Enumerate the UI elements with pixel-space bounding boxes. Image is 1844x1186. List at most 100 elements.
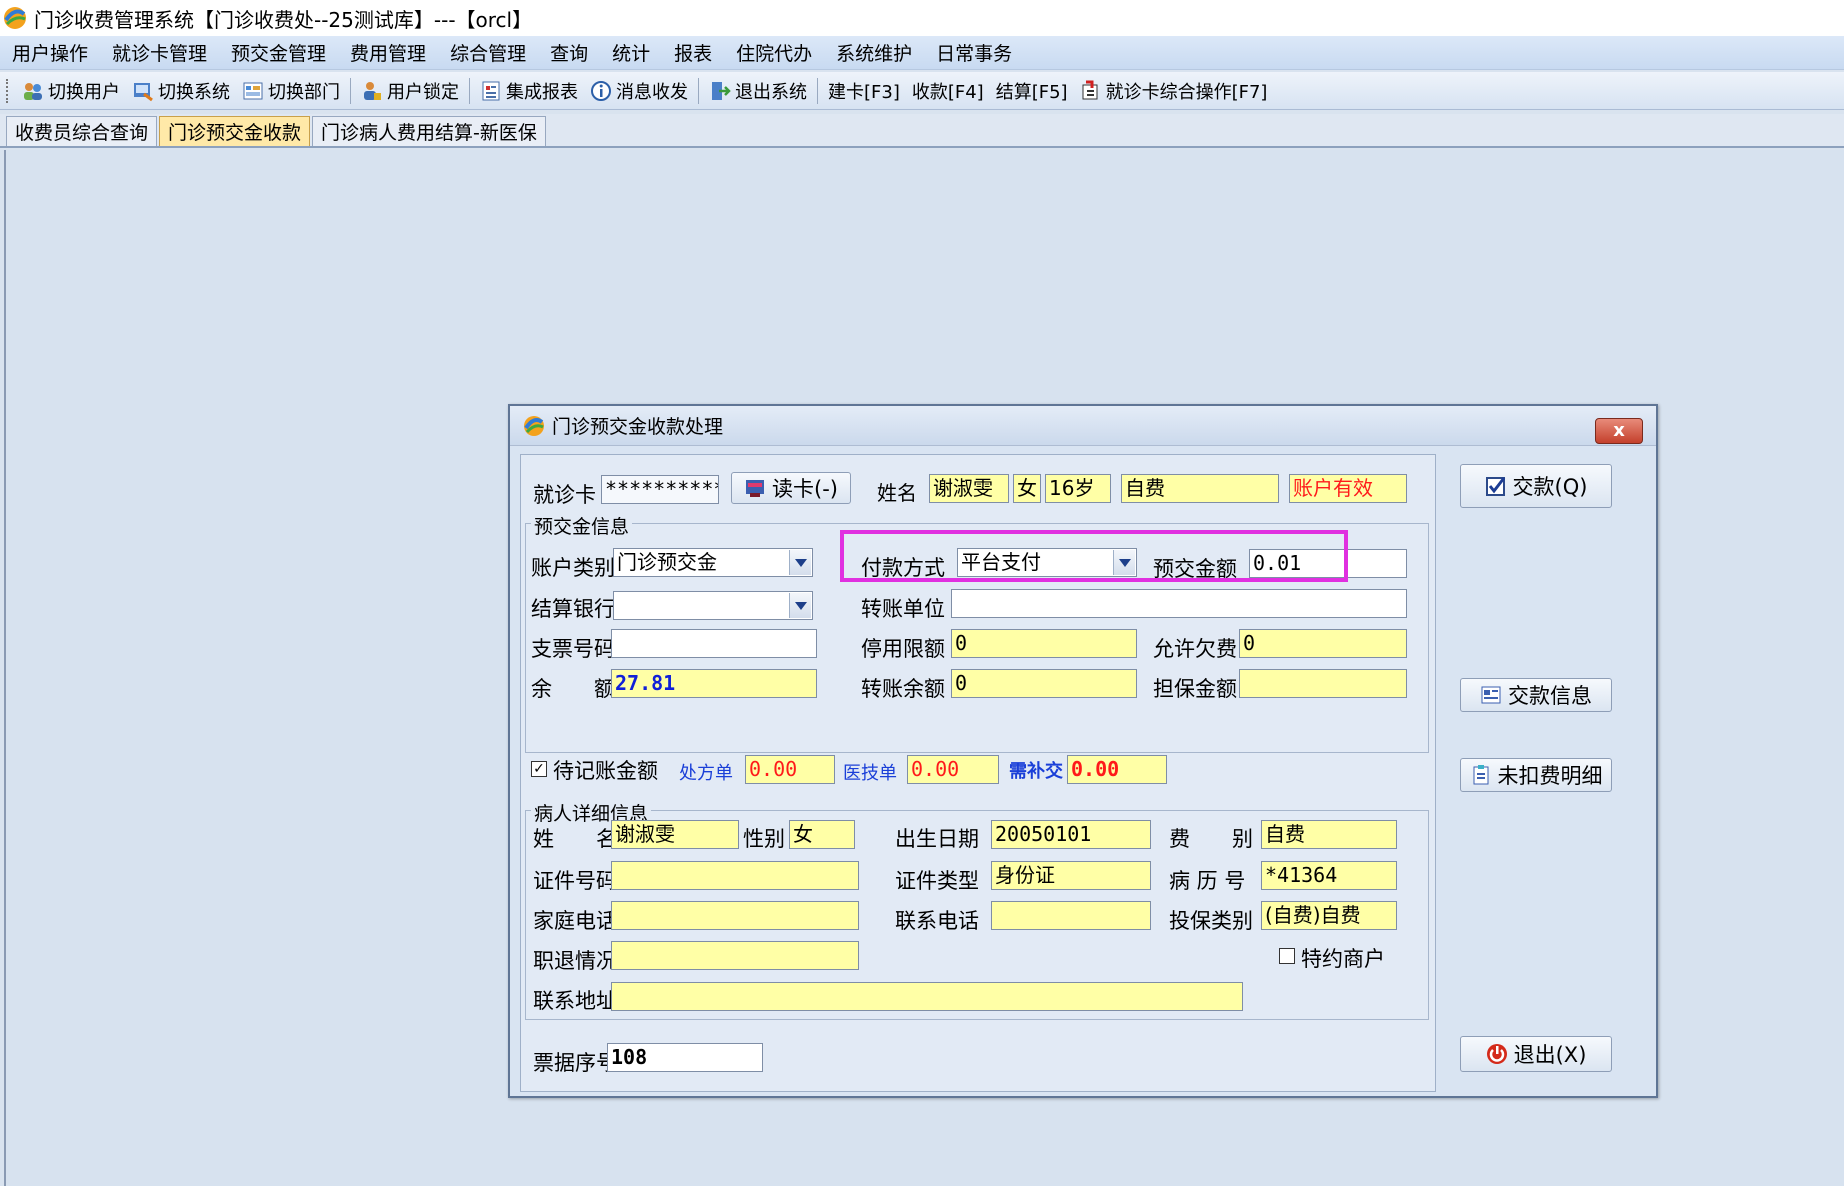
chevron-down-icon[interactable]	[789, 593, 811, 618]
menu-system-maintenance[interactable]: 系统维护	[824, 39, 924, 66]
tab-outpatient-prepay[interactable]: 门诊预交金收款	[159, 116, 311, 146]
patient-idno-label: 证件号码	[533, 869, 617, 893]
menu-statistics[interactable]: 统计	[600, 39, 662, 66]
patient-birth-field: 20050101	[991, 820, 1151, 849]
pay-button-label: 交款(Q)	[1512, 475, 1588, 499]
patient-insure-field: (自费)自费	[1261, 901, 1397, 930]
pay-info-button[interactable]: 交款信息	[1460, 678, 1612, 712]
read-card-button[interactable]: 读卡(-)	[731, 472, 851, 504]
stop-limit-field[interactable]: 0	[951, 629, 1137, 658]
menu-inpatient-proxy[interactable]: 住院代办	[724, 39, 824, 66]
patient-idtype-label: 证件类型	[895, 869, 979, 893]
special-merchant-checkbox[interactable]	[1279, 948, 1295, 964]
medtech-label: 医技单	[843, 763, 897, 784]
menu-card-mgmt[interactable]: 就诊卡管理	[100, 39, 219, 66]
toolbar-card-ops[interactable]: 就诊卡综合操作[F7]	[1074, 75, 1274, 107]
patient-name-field: 谢淑雯	[611, 820, 739, 849]
check-icon	[1485, 477, 1505, 496]
transfer-balance-field: 0	[951, 669, 1137, 698]
patient-address-field[interactable]	[611, 982, 1243, 1011]
menu-prepay-mgmt[interactable]: 预交金管理	[219, 39, 338, 66]
patient-job-label: 职退情况	[533, 949, 617, 973]
patient-contact-field[interactable]	[991, 901, 1151, 930]
power-icon	[1486, 1044, 1507, 1064]
toolbar-settle-label: 结算[F5]	[995, 81, 1068, 103]
tab-cashier-query[interactable]: 收费员综合查询	[6, 116, 158, 146]
fee-type-field: 自费	[1121, 474, 1279, 503]
toolbar-integrated-report[interactable]: 集成报表	[474, 75, 584, 107]
patient-birth-label: 出生日期	[895, 827, 979, 851]
tab-settlement-new-insurance[interactable]: 门诊病人费用结算-新医保	[312, 116, 546, 146]
toolbar-switch-user-label: 切换用户	[48, 81, 120, 103]
pending-checkbox[interactable]: ✓	[531, 761, 547, 777]
allow-debt-field[interactable]: 0	[1239, 629, 1407, 658]
pending-label: 待记账金额	[553, 759, 658, 783]
toolbar-grip[interactable]	[6, 78, 10, 103]
toolbar-user-lock[interactable]: 用户锁定	[355, 75, 465, 107]
transfer-unit-input[interactable]	[951, 589, 1407, 618]
toolbar-switch-user[interactable]: 切换用户	[16, 75, 126, 107]
menu-bar: 用户操作 就诊卡管理 预交金管理 费用管理 综合管理 查询 统计 报表 住院代办…	[0, 36, 1844, 70]
prescription-label: 处方单	[679, 763, 733, 784]
toolbar-messages-label: 消息收发	[616, 81, 688, 103]
toolbar-separator	[469, 77, 470, 104]
exit-icon	[712, 81, 731, 100]
toolbar-messages[interactable]: 消息收发	[584, 75, 694, 107]
menu-user-ops[interactable]: 用户操作	[0, 39, 100, 66]
card-reader-icon	[746, 480, 765, 497]
prescription-field: 0.00	[745, 755, 835, 784]
switch-system-icon	[134, 82, 153, 101]
settle-bank-select[interactable]	[613, 591, 813, 620]
toolbar-user-lock-label: 用户锁定	[387, 81, 459, 103]
patient-job-field[interactable]	[611, 941, 859, 970]
patient-idtype-field[interactable]: 身份证	[991, 861, 1151, 890]
menu-daily-affairs[interactable]: 日常事务	[924, 39, 1024, 66]
receipt-field[interactable]: 108	[607, 1043, 763, 1072]
dialog-logo-icon	[524, 415, 544, 436]
read-card-button-label: 读卡(-)	[772, 477, 838, 501]
patient-homephone-label: 家庭电话	[533, 909, 617, 933]
age-field: 16岁	[1045, 474, 1111, 503]
menu-reports[interactable]: 报表	[662, 39, 724, 66]
toolbar-switch-system[interactable]: 切换系统	[126, 75, 236, 107]
toolbar-collect-label: 收款[F4]	[911, 81, 984, 103]
chevron-down-icon[interactable]	[789, 550, 811, 575]
menu-query[interactable]: 查询	[538, 39, 600, 66]
prepay-info-group-title: 预交金信息	[531, 512, 633, 539]
close-icon: x	[1613, 420, 1625, 441]
need-pay-field: 0.00	[1067, 755, 1167, 784]
account-type-select[interactable]: 门诊预交金	[613, 548, 813, 577]
dialog-title-bar: 门诊预交金收款处理	[510, 406, 1656, 446]
guarantee-field	[1239, 669, 1407, 698]
undeducted-detail-button[interactable]: 未扣费明细	[1460, 758, 1612, 792]
account-status-field: 账户有效	[1289, 474, 1407, 503]
patient-homephone-field[interactable]	[611, 901, 859, 930]
clipboard-icon	[1473, 765, 1488, 785]
toolbar-settle[interactable]: 结算[F5]	[990, 75, 1074, 107]
department-icon	[243, 82, 263, 99]
guarantee-label: 担保金额	[1153, 677, 1237, 701]
exit-button[interactable]: 退出(X)	[1460, 1036, 1612, 1072]
patient-contact-label: 联系电话	[895, 909, 979, 933]
card-number-field[interactable]: ***********	[601, 475, 719, 504]
cheque-input[interactable]	[611, 629, 817, 658]
toolbar-create-card[interactable]: 建卡[F3]	[822, 75, 906, 107]
dialog-close-button[interactable]: x	[1595, 418, 1643, 444]
toolbar-card-ops-label: 就诊卡综合操作[F7]	[1105, 81, 1268, 103]
toolbar-collect[interactable]: 收款[F4]	[906, 75, 990, 107]
patient-feetype-field: 自费	[1261, 820, 1397, 849]
window-title-bar: 门诊收费管理系统【门诊收费处--25测试库】---【orcl】	[0, 0, 1844, 36]
allow-debt-label: 允许欠费	[1153, 637, 1237, 661]
pay-button[interactable]: 交款(Q)	[1460, 464, 1612, 508]
patient-gender-label: 性别	[743, 827, 785, 851]
menu-general-mgmt[interactable]: 综合管理	[438, 39, 538, 66]
undeducted-detail-button-label: 未扣费明细	[1497, 764, 1603, 788]
patient-idno-field[interactable]	[611, 861, 859, 890]
toolbar-exit-system[interactable]: 退出系统	[703, 75, 813, 107]
toolbar-switch-dept[interactable]: 切换部门	[236, 75, 346, 107]
exit-button-label: 退出(X)	[1513, 1043, 1587, 1067]
app-logo-icon	[4, 7, 26, 29]
menu-fee-mgmt[interactable]: 费用管理	[338, 39, 438, 66]
toolbar: 切换用户 切换系统 切换部门 用户锁定 集成报表 消息收发 退出系统 建卡[F3…	[0, 72, 1844, 110]
prepay-dialog: 门诊预交金收款处理 x 就诊卡 *********** 读卡(-) 姓名 谢淑雯…	[508, 404, 1658, 1098]
